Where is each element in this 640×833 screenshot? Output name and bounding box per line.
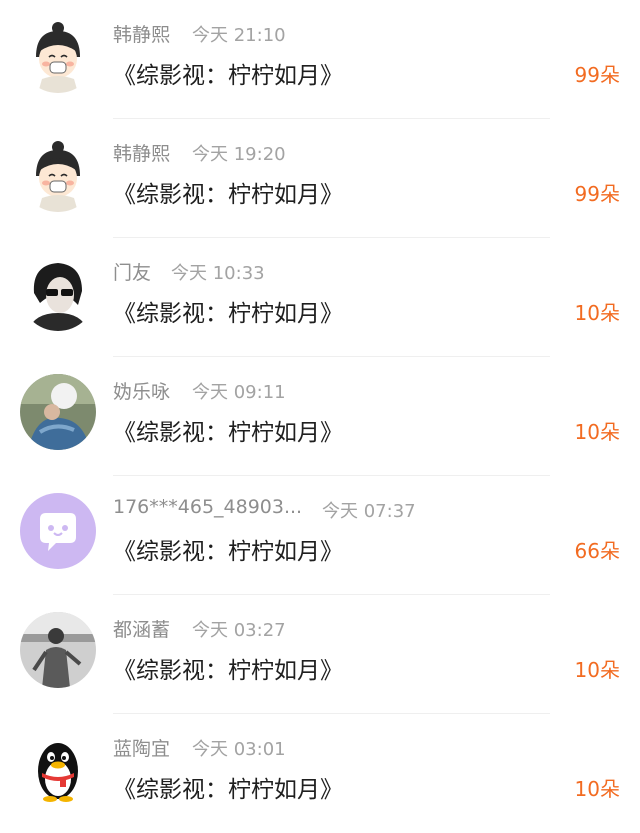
flower-count: 66朵 bbox=[574, 539, 620, 563]
flower-count: 99朵 bbox=[574, 63, 620, 87]
comment-item[interactable]: 都涵蓄 今天 03:27 《综影视：柠柠如月》 10朵 bbox=[0, 595, 640, 714]
person-photo-icon bbox=[20, 612, 96, 688]
penguin-icon bbox=[20, 731, 96, 807]
user-name[interactable]: 都涵蓄 bbox=[113, 615, 170, 642]
comment-text: 《综影视：柠柠如月》 bbox=[113, 777, 343, 803]
flower-count: 99朵 bbox=[574, 182, 620, 206]
timestamp: 今天 03:01 bbox=[192, 739, 286, 760]
cartoon-girl-icon bbox=[20, 136, 96, 212]
comment-item[interactable]: 蓝陶宜 今天 03:01 《综影视：柠柠如月》 10朵 bbox=[0, 714, 640, 833]
avatar[interactable] bbox=[20, 17, 96, 93]
user-name[interactable]: 妫乐咏 bbox=[113, 377, 170, 404]
avatar[interactable] bbox=[20, 493, 96, 569]
timestamp: 今天 09:11 bbox=[192, 382, 286, 403]
comment-item[interactable]: 韩静熙 今天 21:10 《综影视：柠柠如月》 99朵 bbox=[0, 0, 640, 119]
timestamp: 今天 21:10 bbox=[192, 25, 286, 46]
avatar[interactable] bbox=[20, 136, 96, 212]
timestamp: 今天 19:20 bbox=[192, 144, 286, 165]
timestamp: 今天 10:33 bbox=[171, 263, 265, 284]
comment-text: 《综影视：柠柠如月》 bbox=[113, 63, 343, 89]
chat-bubble-icon bbox=[20, 493, 96, 569]
avatar[interactable] bbox=[20, 731, 96, 807]
cartoon-girl-icon bbox=[20, 17, 96, 93]
comment-list: 韩静熙 今天 21:10 《综影视：柠柠如月》 99朵 韩静熙 今天 19:20 bbox=[0, 0, 640, 830]
comment-item[interactable]: 门友 今天 10:33 《综影视：柠柠如月》 10朵 bbox=[0, 238, 640, 357]
avatar[interactable] bbox=[20, 612, 96, 688]
flower-count: 10朵 bbox=[574, 301, 620, 325]
sunglasses-man-icon bbox=[20, 255, 96, 331]
flower-count: 10朵 bbox=[574, 420, 620, 444]
user-name[interactable]: 蓝陶宜 bbox=[113, 734, 170, 761]
user-name[interactable]: 韩静熙 bbox=[113, 20, 170, 47]
comment-text: 《综影视：柠柠如月》 bbox=[113, 182, 343, 208]
comment-item[interactable]: 韩静熙 今天 19:20 《综影视：柠柠如月》 99朵 bbox=[0, 119, 640, 238]
comment-text: 《综影视：柠柠如月》 bbox=[113, 539, 343, 565]
avatar[interactable] bbox=[20, 255, 96, 331]
comment-item[interactable]: 妫乐咏 今天 09:11 《综影视：柠柠如月》 10朵 bbox=[0, 357, 640, 476]
comment-text: 《综影视：柠柠如月》 bbox=[113, 658, 343, 684]
comment-item[interactable]: 176***465_48903... 今天 07:37 《综影视：柠柠如月》 6… bbox=[0, 476, 640, 595]
user-name[interactable]: 176***465_48903... bbox=[113, 496, 302, 518]
photo-icon bbox=[20, 374, 96, 450]
timestamp: 今天 03:27 bbox=[192, 620, 286, 641]
user-name[interactable]: 韩静熙 bbox=[113, 139, 170, 166]
flower-count: 10朵 bbox=[574, 658, 620, 682]
avatar[interactable] bbox=[20, 374, 96, 450]
timestamp: 今天 07:37 bbox=[322, 501, 416, 522]
comment-text: 《综影视：柠柠如月》 bbox=[113, 420, 343, 446]
user-name[interactable]: 门友 bbox=[113, 258, 151, 285]
comment-text: 《综影视：柠柠如月》 bbox=[113, 301, 343, 327]
flower-count: 10朵 bbox=[574, 777, 620, 801]
